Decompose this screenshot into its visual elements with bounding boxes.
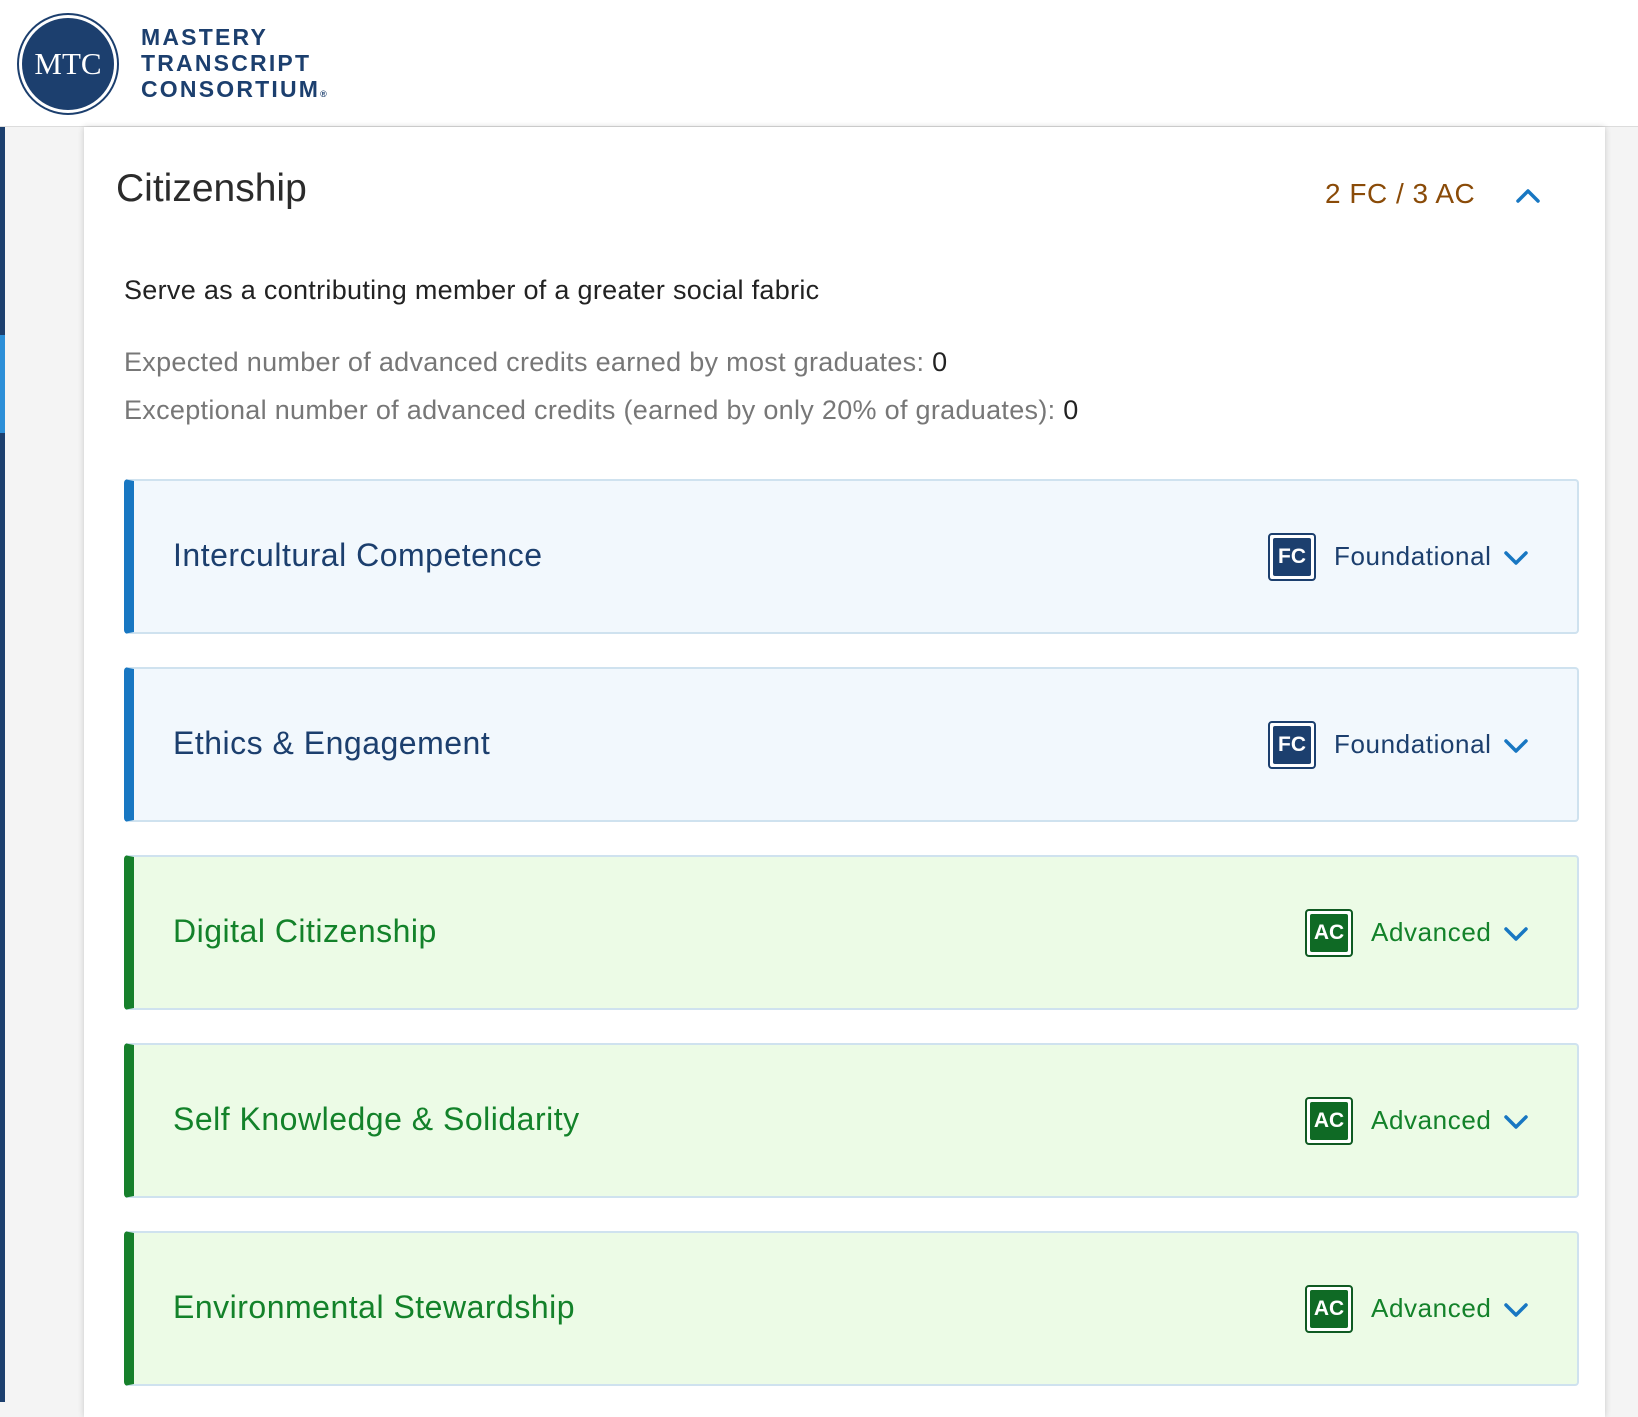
competency-level: Foundational [1334, 729, 1492, 759]
competency-level: Foundational [1334, 541, 1492, 571]
ac-badge: AC [1305, 909, 1353, 957]
ac-badge: AC [1305, 1097, 1353, 1145]
competency-digital-citizenship[interactable]: Digital Citizenship AC Advanced [124, 855, 1579, 1010]
competency-level: Advanced [1371, 1105, 1492, 1135]
exceptional-credits-label: Exceptional number of advanced credits (… [124, 395, 1056, 425]
logo-line-1: MASTERY [141, 24, 268, 50]
ac-badge: AC [1305, 1285, 1353, 1333]
competency-level: Advanced [1371, 917, 1492, 947]
competency-title: Self Knowledge & Solidarity [173, 1101, 580, 1137]
logo-line-3: CONSORTIUM® [141, 76, 327, 102]
expected-credits: Expected number of advanced credits earn… [124, 347, 947, 378]
expected-credits-label: Expected number of advanced credits earn… [124, 347, 925, 377]
mtc-logo[interactable]: MTC [17, 13, 119, 115]
logo-wordmark[interactable]: MASTERY TRANSCRIPT CONSORTIUM® [141, 24, 327, 107]
section-description: Serve as a contributing member of a grea… [124, 275, 820, 305]
citizenship-card: Citizenship 2 FC / 3 AC Serve as a contr… [84, 127, 1605, 1417]
fc-badge: FC [1268, 721, 1316, 769]
chevron-down-icon[interactable] [1501, 543, 1531, 573]
site-header: MTC MASTERY TRANSCRIPT CONSORTIUM® [0, 0, 1638, 127]
expected-credits-value: 0 [932, 347, 948, 377]
section-title: Citizenship [116, 167, 307, 210]
chevron-down-icon[interactable] [1501, 1107, 1531, 1137]
competency-ethics-engagement[interactable]: Ethics & Engagement FC Foundational [124, 667, 1579, 822]
competency-environmental-stewardship[interactable]: Environmental Stewardship AC Advanced [124, 1231, 1579, 1386]
chevron-down-icon[interactable] [1501, 919, 1531, 949]
chevron-down-icon[interactable] [1501, 1295, 1531, 1325]
competency-title: Intercultural Competence [173, 537, 543, 573]
competency-title: Ethics & Engagement [173, 725, 491, 761]
credit-summary: 2 FC / 3 AC [1325, 178, 1476, 209]
collapse-button[interactable] [1508, 175, 1548, 215]
left-rail-scroll-indicator [0, 335, 5, 433]
competency-title: Environmental Stewardship [173, 1289, 576, 1325]
chevron-down-icon[interactable] [1501, 731, 1531, 761]
logo-line-2: TRANSCRIPT [141, 50, 312, 76]
exceptional-credits-value: 0 [1063, 395, 1079, 425]
left-rail [0, 127, 5, 1402]
competency-level: Advanced [1371, 1293, 1492, 1323]
competency-self-knowledge-solidarity[interactable]: Self Knowledge & Solidarity AC Advanced [124, 1043, 1579, 1198]
chevron-up-icon [1516, 189, 1540, 203]
registered-mark: ® [320, 89, 327, 99]
exceptional-credits: Exceptional number of advanced credits (… [124, 395, 1079, 426]
logo-initials: MTC [22, 18, 114, 110]
competency-title: Digital Citizenship [173, 913, 437, 949]
competency-intercultural-competence[interactable]: Intercultural Competence FC Foundational [124, 479, 1579, 634]
fc-badge: FC [1268, 533, 1316, 581]
